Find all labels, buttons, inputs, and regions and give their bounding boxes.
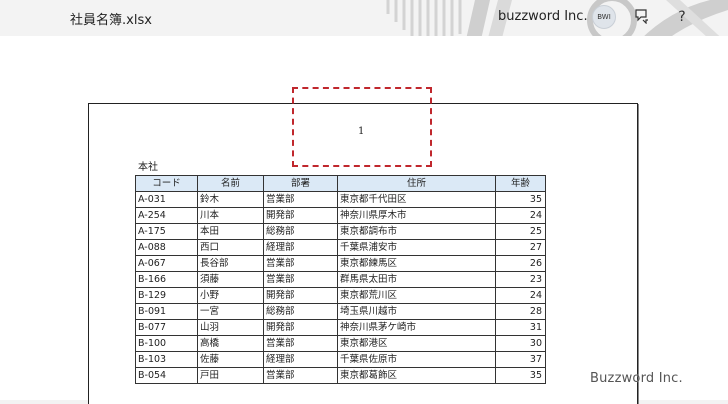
code-cell: B-166	[135, 271, 198, 288]
code-cell: A-088	[135, 239, 198, 256]
department-cell: 経理部	[263, 239, 338, 256]
name-cell: 西口	[197, 239, 264, 256]
address-cell: 東京都調布市	[337, 223, 496, 240]
code-cell: A-067	[135, 255, 198, 272]
age-cell: 31	[495, 319, 546, 336]
code-cell: B-129	[135, 287, 198, 304]
table-row: B-166 須藤 営業部 群馬県太田市 23	[135, 271, 546, 288]
header-page-number: 1	[358, 126, 365, 137]
name-cell: 長谷部	[197, 255, 264, 272]
department-cell: 総務部	[263, 223, 338, 240]
feedback-icon-glyph	[635, 9, 648, 25]
code-cell: A-254	[135, 207, 198, 224]
help-icon[interactable]: ?	[673, 8, 691, 26]
title-bar: 社員名簿.xlsx buzzword Inc. BWI ?	[0, 0, 728, 56]
employee-table-body: A-031 鈴木 営業部 東京都千代田区 35 A-254 川本 開発部 神奈川県厚木市 24 A-…	[135, 191, 546, 384]
name-cell: 須藤	[197, 271, 264, 288]
age-cell: 35	[495, 191, 546, 208]
department-cell: 営業部	[263, 191, 338, 208]
department-cell: 総務部	[263, 303, 338, 320]
age-cell: 25	[495, 223, 546, 240]
code-cell: A-175	[135, 223, 198, 240]
age-cell: 35	[495, 367, 546, 384]
name-cell: 佐藤	[197, 351, 264, 368]
code-cell: A-031	[135, 191, 198, 208]
name-cell: 小野	[197, 287, 264, 304]
department-cell: 営業部	[263, 335, 338, 352]
table-row: B-077 山羽 開発部 神奈川県茅ケ崎市 31	[135, 319, 546, 336]
age-cell: 24	[495, 287, 546, 304]
name-cell: 山羽	[197, 319, 264, 336]
age-cell: 24	[495, 207, 546, 224]
table-row: B-129 小野 開発部 東京都荒川区 24	[135, 287, 546, 304]
department-cell: 開発部	[263, 207, 338, 224]
header-age: 年齢	[495, 175, 546, 192]
table-row: A-175 本田 総務部 東京都調布市 25	[135, 223, 546, 240]
code-cell: B-091	[135, 303, 198, 320]
table-row: A-254 川本 開発部 神奈川県厚木市 24	[135, 207, 546, 224]
department-cell: 開発部	[263, 319, 338, 336]
code-cell: B-103	[135, 351, 198, 368]
age-cell: 37	[495, 351, 546, 368]
address-cell: 神奈川県茅ケ崎市	[337, 319, 496, 336]
code-cell: B-054	[135, 367, 198, 384]
age-cell: 27	[495, 239, 546, 256]
name-cell: 戸田	[197, 367, 264, 384]
table-row: B-100 高橋 営業部 東京都港区 30	[135, 335, 546, 352]
address-cell: 千葉県佐原市	[337, 351, 496, 368]
table-row: A-088 西口 経理部 千葉県浦安市 27	[135, 239, 546, 256]
name-cell: 鈴木	[197, 191, 264, 208]
department-cell: 営業部	[263, 271, 338, 288]
feedback-icon[interactable]	[633, 8, 651, 26]
age-cell: 28	[495, 303, 546, 320]
age-cell: 23	[495, 271, 546, 288]
avatar[interactable]: BWI	[592, 5, 616, 29]
table-row: A-067 長谷部 営業部 東京都練馬区 26	[135, 255, 546, 272]
table-row: B-091 一宮 総務部 埼玉県川越市 28	[135, 303, 546, 320]
table-row: B-103 佐藤 経理部 千葉県佐原市 37	[135, 351, 546, 368]
department-cell: 経理部	[263, 351, 338, 368]
table-header-row: コード 名前 部署 住所 年齢	[135, 175, 546, 192]
header-code: コード	[135, 175, 198, 192]
name-cell: 高橋	[197, 335, 264, 352]
address-cell: 千葉県浦安市	[337, 239, 496, 256]
header-department: 部署	[263, 175, 338, 192]
name-cell: 本田	[197, 223, 264, 240]
department-cell: 営業部	[263, 367, 338, 384]
code-cell: B-077	[135, 319, 198, 336]
department-cell: 営業部	[263, 255, 338, 272]
address-cell: 東京都葛飾区	[337, 367, 496, 384]
age-cell: 30	[495, 335, 546, 352]
address-cell: 東京都港区	[337, 335, 496, 352]
employee-table: コード 名前 部署 住所 年齢 A-031 鈴木 営業部 東京都千代田区 35 A-254…	[135, 175, 546, 384]
age-cell: 26	[495, 255, 546, 272]
code-cell: B-100	[135, 335, 198, 352]
table-row: A-031 鈴木 営業部 東京都千代田区 35	[135, 191, 546, 208]
sheet-caption: 本社	[138, 162, 158, 173]
name-cell: 川本	[197, 207, 264, 224]
address-cell: 東京都千代田区	[337, 191, 496, 208]
watermark-logo: Buzzword Inc.	[590, 371, 683, 386]
table-row: B-054 戸田 営業部 東京都葛飾区 35	[135, 367, 546, 384]
address-cell: 東京都練馬区	[337, 255, 496, 272]
address-cell: 群馬県太田市	[337, 271, 496, 288]
address-cell: 埼玉県川越市	[337, 303, 496, 320]
address-cell: 東京都荒川区	[337, 287, 496, 304]
address-cell: 神奈川県厚木市	[337, 207, 496, 224]
document-title: 社員名簿.xlsx	[70, 13, 152, 28]
name-cell: 一宮	[197, 303, 264, 320]
header-name: 名前	[197, 175, 264, 192]
account-name[interactable]: buzzword Inc.	[498, 9, 588, 24]
header-address: 住所	[337, 175, 496, 192]
department-cell: 開発部	[263, 287, 338, 304]
